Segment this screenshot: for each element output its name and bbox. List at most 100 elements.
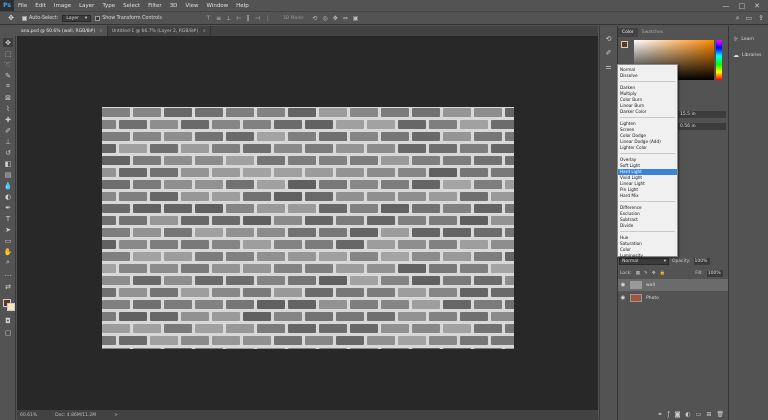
auto-select-option[interactable]: Auto-Select: [22, 15, 58, 21]
screen-mode-icon[interactable]: ▢ [3, 328, 13, 337]
blur-tool-icon[interactable]: 💧 [3, 181, 13, 190]
swap-colors-icon[interactable]: ⇄ [3, 282, 13, 291]
close-button[interactable]: ✕ [754, 2, 760, 10]
tab-untitled-1[interactable]: Untitled-1 @ 66.7% (Layer 2, RGB/8#) × [107, 26, 212, 36]
lock-position-icon[interactable]: ✥ [652, 271, 656, 276]
move-tool-icon[interactable]: ✥ [3, 38, 13, 47]
menu-file[interactable]: File [14, 3, 31, 9]
quick-mask-icon[interactable]: ◘ [3, 316, 13, 325]
3d-roll-icon[interactable]: ◎ [322, 15, 327, 22]
background-color-swatch[interactable] [7, 303, 15, 311]
eraser-tool-icon[interactable]: ◧ [3, 159, 13, 168]
brush-tool-icon[interactable]: ✐ [3, 126, 13, 135]
blend-mode-option-lighter-color[interactable]: Lighter Color [618, 145, 677, 151]
frame-tool-icon[interactable]: ⊠ [3, 93, 13, 102]
clone-stamp-tool-icon[interactable]: ⊥ [3, 137, 13, 146]
tab-ana-psd[interactable]: ana.psd @ 60.6% (wall, RGB/8#) × [17, 26, 108, 36]
property-width-field[interactable]: 15.5 in [678, 111, 726, 118]
lock-transparent-icon[interactable]: ▦ [636, 271, 640, 276]
healing-brush-tool-icon[interactable]: ✚ [3, 115, 13, 124]
eye-icon[interactable]: ◉ [619, 282, 627, 288]
close-icon[interactable]: × [99, 29, 103, 34]
lock-paint-icon[interactable]: ✎ [644, 271, 648, 276]
menu-type[interactable]: Type [98, 3, 119, 9]
learn-button[interactable]: ☼ Learn [733, 36, 754, 43]
eye-icon[interactable]: ◉ [619, 295, 627, 301]
trash-icon[interactable]: 🗑 [716, 411, 724, 418]
layer-photo[interactable]: ◉ Photo [618, 292, 728, 304]
crop-tool-icon[interactable]: ⌗ [3, 82, 13, 91]
lock-all-icon[interactable]: 🔒 [660, 271, 666, 276]
align-bottom-icon[interactable]: ⊥ [226, 15, 231, 22]
menu-edit[interactable]: Edit [31, 3, 50, 9]
auto-select-target-select[interactable]: Layer ▾ [62, 14, 92, 22]
more-tools-icon[interactable]: … [3, 269, 13, 278]
align-left-icon[interactable]: ⊢ [236, 15, 241, 22]
shape-tool-icon[interactable]: ▭ [3, 236, 13, 245]
adjustment-layer-icon[interactable]: ◐ [685, 411, 690, 418]
quick-select-tool-icon[interactable]: ✎ [3, 71, 13, 80]
3d-scale-icon[interactable]: ▣ [353, 15, 359, 22]
hue-slider[interactable] [716, 40, 722, 80]
libraries-button[interactable]: ☁ Libraries [733, 52, 761, 59]
brush-panel-icon[interactable]: ✐ [604, 48, 613, 57]
minimize-button[interactable]: — [723, 2, 730, 10]
align-top-icon[interactable]: ⊤ [206, 15, 211, 22]
3d-pan-icon[interactable]: ✥ [333, 15, 338, 22]
add-mask-icon[interactable]: ◙ [675, 411, 681, 418]
blend-mode-option-hard-mix[interactable]: Hard Mix [618, 193, 677, 199]
tab-swatches[interactable]: Swatches [638, 28, 668, 37]
menu-window[interactable]: Window [202, 3, 232, 9]
gradient-tool-icon[interactable]: ▤ [3, 170, 13, 179]
auto-select-checkbox[interactable] [22, 15, 27, 21]
move-tool-preset-icon[interactable]: ✥ [4, 13, 18, 23]
search-icon[interactable]: ⌕ [736, 14, 740, 23]
lasso-tool-icon[interactable]: ➰ [3, 60, 13, 69]
pen-tool-icon[interactable]: ✒ [3, 203, 13, 212]
workspace-icon[interactable]: ▭ [746, 14, 753, 23]
property-height-field[interactable]: 0.56 in [678, 123, 726, 130]
history-brush-tool-icon[interactable]: ↺ [3, 148, 13, 157]
hand-tool-icon[interactable]: ✋ [3, 247, 13, 256]
fx-icon[interactable]: ƒ [667, 411, 669, 418]
3d-slide-icon[interactable]: ⇔ [343, 15, 348, 22]
maximize-button[interactable]: □ [739, 2, 746, 10]
status-arrow[interactable]: > [114, 413, 118, 418]
menu-filter[interactable]: Filter [144, 3, 166, 9]
new-group-icon[interactable]: ▭ [696, 411, 702, 418]
blend-mode-option-luminosity[interactable]: Luminosity [618, 253, 677, 259]
menu-select[interactable]: Select [119, 3, 144, 9]
menu-layer[interactable]: Layer [75, 3, 98, 9]
panel-foreground-swatch[interactable] [621, 41, 628, 48]
adjustments-panel-icon[interactable]: ⚌ [604, 62, 613, 71]
blend-mode-option-darker-color[interactable]: Darker Color [618, 109, 677, 115]
type-tool-icon[interactable]: T [3, 214, 13, 223]
opacity-input[interactable]: 100% [693, 257, 710, 265]
tab-color[interactable]: Color [618, 28, 638, 37]
document-canvas[interactable] [102, 107, 514, 349]
transform-controls-checkbox[interactable] [95, 15, 101, 21]
layer-wall[interactable]: ◉ wall [618, 279, 728, 291]
zoom-level[interactable]: 60.61% [20, 413, 37, 418]
path-select-tool-icon[interactable]: ➤ [3, 225, 13, 234]
3d-rotate-icon[interactable]: ⟲ [312, 15, 317, 22]
menu-view[interactable]: View [181, 3, 202, 9]
history-panel-icon[interactable]: ⟲ [604, 34, 613, 43]
menu-3d[interactable]: 3D [166, 3, 182, 9]
color-panel-swatches[interactable] [621, 41, 631, 51]
close-icon[interactable]: × [202, 29, 206, 34]
marquee-tool-icon[interactable]: ⬚ [3, 49, 13, 58]
link-layers-icon[interactable]: ⚭ [657, 411, 662, 418]
align-center-icon[interactable]: ‖ [247, 15, 250, 22]
menu-help[interactable]: Help [232, 3, 253, 9]
zoom-tool-icon[interactable]: ⌕ [3, 258, 13, 267]
blend-mode-option-dissolve[interactable]: Dissolve [618, 73, 677, 79]
distribute-icon[interactable]: ⋮ [265, 15, 271, 22]
canvas-area[interactable] [17, 36, 598, 410]
align-right-icon[interactable]: ⊣ [255, 15, 260, 22]
new-layer-icon[interactable]: ⊞ [706, 411, 711, 418]
dodge-tool-icon[interactable]: ◐ [3, 192, 13, 201]
transform-controls-option[interactable]: Show Transform Controls [95, 15, 162, 21]
share-icon[interactable]: ⇪ [758, 14, 764, 23]
fill-input[interactable]: 100% [706, 269, 723, 277]
